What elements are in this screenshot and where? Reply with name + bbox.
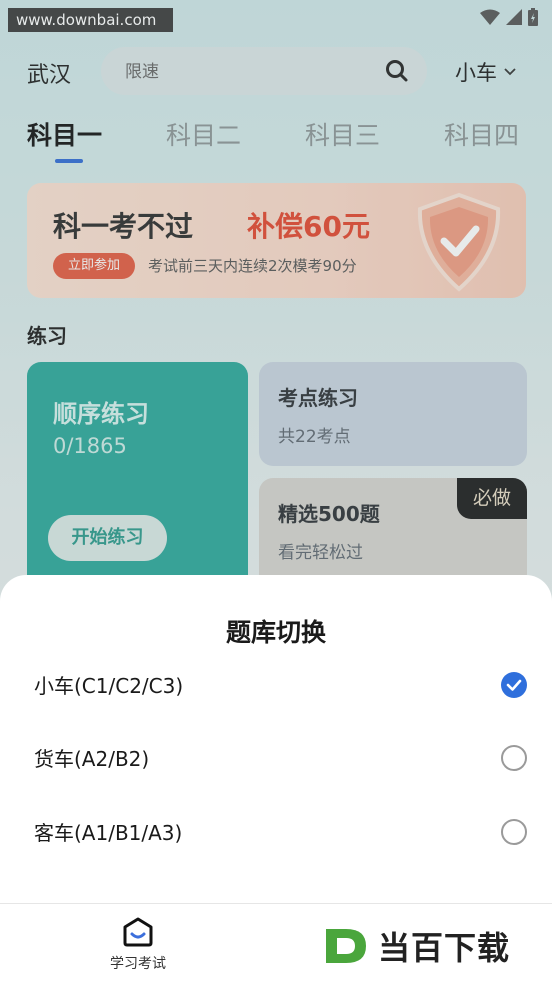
option-truck-radio[interactable] (501, 745, 527, 771)
option-truck-label[interactable]: 货车(A2/B2) (34, 743, 149, 772)
option-bus-radio[interactable] (501, 819, 527, 845)
option-car-radio[interactable] (501, 672, 527, 698)
bottom-nav-divider (0, 903, 552, 904)
brand-watermark: 当百下载 (322, 923, 510, 969)
option-car-label[interactable]: 小车(C1/C2/C3) (34, 670, 183, 699)
question-bank-sheet: 题库切换 小车(C1/C2/C3) 货车(A2/B2) 客车(A1/B1/A3)… (0, 575, 552, 981)
option-bus-label[interactable]: 客车(A1/B1/A3) (34, 817, 182, 846)
sheet-title: 题库切换 (225, 618, 326, 647)
nav-study-exam[interactable]: 学习考试 (100, 917, 176, 973)
brand-logo (326, 929, 366, 963)
home-icon (123, 917, 153, 947)
check-icon (506, 679, 522, 691)
nav-study-exam-label: 学习考试 (110, 956, 166, 972)
app-screen: www.downbai.com 武汉 小车 科目一 科目二 科目三 科目四 科一… (0, 0, 552, 981)
brand-watermark-text: 当百下载 (378, 929, 511, 967)
